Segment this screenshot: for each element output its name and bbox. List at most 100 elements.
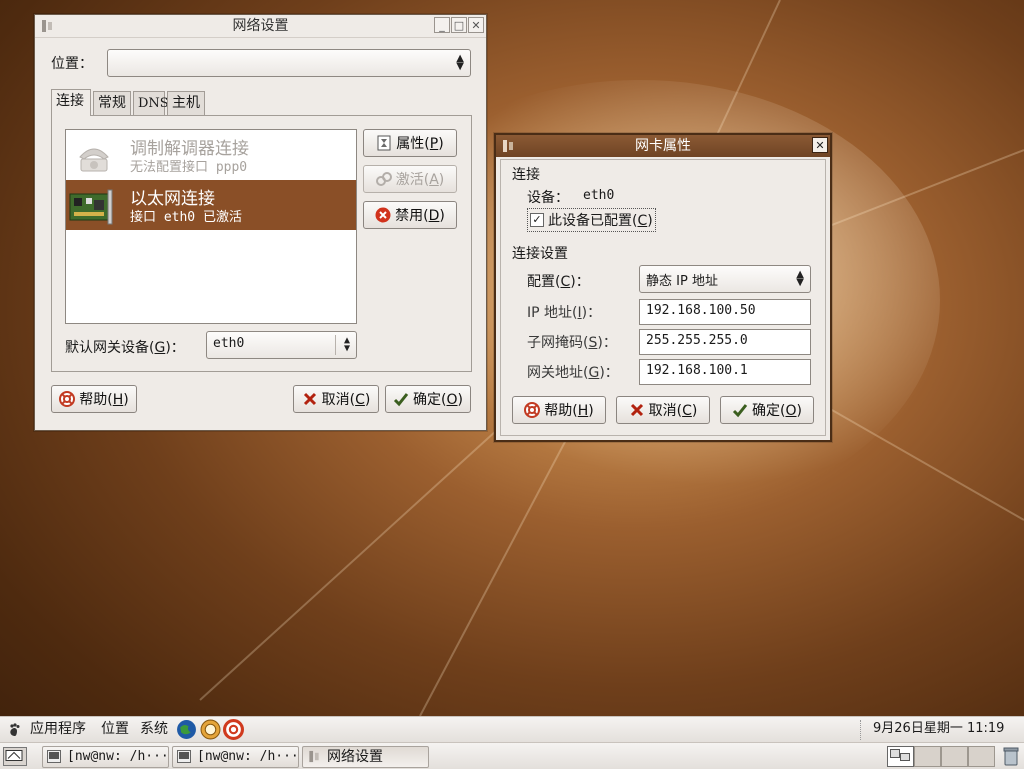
- cancel-button-label: 取消(C): [321, 392, 371, 408]
- taskbar-item-label: 网络设置: [327, 749, 383, 765]
- ok-button[interactable]: 确定(O): [720, 396, 814, 424]
- configured-checkbox[interactable]: ✓ 此设备已配置(C): [527, 208, 656, 232]
- menu-places[interactable]: 位置: [101, 717, 129, 741]
- activate-button[interactable]: 激活(A): [363, 165, 457, 193]
- minimize-button[interactable]: _: [434, 17, 450, 33]
- cancel-button-label: 取消(C): [648, 403, 698, 419]
- list-item-modem[interactable]: 调制解调器连接 无法配置接口 ppp0: [66, 130, 356, 180]
- clock[interactable]: 9月26日星期一 11:19: [873, 717, 1004, 741]
- top-panel: 应用程序 位置 系统 9月26日星期一 11:19: [0, 716, 1024, 743]
- nic-properties-window: 网卡属性 ✕ 连接 设备： eth0 ✓ 此设备已配置(C) 连接设置 配置(C…: [494, 133, 832, 442]
- subnet-mask-label: 子网掩码(S)：: [527, 335, 617, 351]
- help-lifebuoy-icon[interactable]: [223, 719, 244, 740]
- settings-heading: 连接设置: [512, 246, 568, 262]
- workspace-1[interactable]: [887, 746, 914, 767]
- properties-button[interactable]: 属性(P): [363, 129, 457, 157]
- tab-bar: 连接 常规 DNS 主机: [51, 89, 471, 116]
- location-select[interactable]: ▲ ▼: [107, 49, 471, 77]
- menu-applications[interactable]: 应用程序: [30, 717, 86, 741]
- subnet-mask-input[interactable]: 255.255.255.0: [639, 329, 811, 355]
- close-icon: ✕: [471, 18, 481, 32]
- taskbar-item-label: [nw@nw: /h···: [67, 749, 169, 764]
- window-menu-icon[interactable]: [502, 139, 514, 153]
- taskbar-item-network-settings[interactable]: 网络设置: [302, 746, 429, 768]
- modem-phone-icon: [79, 148, 109, 172]
- workspace-window-preview: [900, 753, 910, 761]
- ip-address-label: IP 地址(I)：: [527, 305, 602, 321]
- workspace-3[interactable]: [941, 746, 968, 767]
- tab-connections[interactable]: 连接: [51, 89, 91, 116]
- updown-arrow-icon: ▲ ▼: [456, 53, 464, 72]
- window-menu-icon: [309, 750, 319, 763]
- help-button-label: 帮助(H): [79, 392, 129, 408]
- close-button[interactable]: ✕: [812, 137, 828, 153]
- terminal-icon: [47, 750, 61, 763]
- workspace-2[interactable]: [914, 746, 941, 767]
- connection-list[interactable]: 调制解调器连接 无法配置接口 ppp0 以太网连接 接口 eth0 已激活: [65, 129, 357, 324]
- ok-button[interactable]: 确定(O): [385, 385, 471, 413]
- config-method-select[interactable]: 静态 IP 地址 ▲ ▼: [639, 265, 811, 293]
- network-window-title: 网络设置: [232, 18, 289, 34]
- gateway-address-input[interactable]: 192.168.100.1: [639, 359, 811, 385]
- panel-separator: [860, 720, 863, 740]
- network-settings-window: 网络设置 _ □ ✕ 位置： ▲ ▼ 连接 常规 DNS 主机 调制解调器连接 无…: [34, 14, 487, 431]
- close-button[interactable]: ✕: [468, 17, 484, 33]
- gateway-device-select[interactable]: eth0 ▲ ▼: [206, 331, 357, 359]
- show-desktop-icon: [5, 750, 23, 761]
- deactivate-button[interactable]: 禁用(D): [363, 201, 457, 229]
- tab-dns[interactable]: DNS: [133, 91, 169, 115]
- show-desktop-button[interactable]: [3, 747, 27, 766]
- maximize-button[interactable]: □: [451, 17, 467, 33]
- tab-general[interactable]: 常规: [93, 91, 131, 115]
- help-lifebuoy-icon: [59, 391, 76, 407]
- terminal-icon: [177, 750, 191, 763]
- mail-stamp-icon[interactable]: [200, 719, 221, 740]
- help-button[interactable]: 帮助(H): [51, 385, 137, 413]
- ip-address-input[interactable]: 192.168.100.50: [639, 299, 811, 325]
- properties-icon: [377, 135, 391, 151]
- modem-connection-detail: 无法配置接口 ppp0: [130, 160, 248, 175]
- web-browser-globe-icon[interactable]: [176, 719, 197, 740]
- updown-arrow-icon: ▲ ▼: [796, 269, 804, 288]
- cancel-x-icon: [303, 392, 316, 406]
- workspace-window-preview: [890, 749, 900, 758]
- tab-hosts[interactable]: 主机: [167, 91, 205, 115]
- ethernet-card-icon: [69, 189, 113, 225]
- activate-icon: [375, 172, 392, 186]
- list-item-ethernet[interactable]: 以太网连接 接口 eth0 已激活: [66, 180, 356, 230]
- gnome-foot-icon[interactable]: [6, 722, 22, 738]
- help-button[interactable]: 帮助(H): [512, 396, 606, 424]
- gateway-device-value: eth0: [213, 336, 245, 351]
- location-label: 位置：: [51, 56, 93, 72]
- ok-button-label: 确定(O): [752, 403, 802, 419]
- taskbar-item-terminal-1[interactable]: [nw@nw: /h···: [42, 746, 169, 768]
- taskbar-item-label: [nw@nw: /h···: [197, 749, 299, 764]
- ok-check-icon: [393, 393, 409, 407]
- device-label: 设备：: [527, 190, 569, 206]
- nic-window-body: 连接 设备： eth0 ✓ 此设备已配置(C) 连接设置 配置(C)： 静态 I…: [500, 159, 826, 436]
- menu-system[interactable]: 系统: [140, 717, 168, 741]
- ip-address-value: 192.168.100.50: [646, 303, 756, 318]
- nic-window-titlebar[interactable]: 网卡属性 ✕: [496, 135, 830, 157]
- network-window-titlebar[interactable]: 网络设置 _ □ ✕: [35, 15, 486, 38]
- trash-icon[interactable]: [1002, 746, 1020, 766]
- updown-arrow-icon: ▲ ▼: [343, 335, 350, 354]
- cancel-x-icon: [630, 403, 643, 417]
- connections-tab-panel: 调制解调器连接 无法配置接口 ppp0 以太网连接 接口 eth0 已激活 属性…: [51, 115, 472, 372]
- subnet-mask-value: 255.255.255.0: [646, 333, 748, 348]
- taskbar-item-terminal-2[interactable]: [nw@nw: /h···: [172, 746, 299, 768]
- ok-check-icon: [732, 404, 748, 418]
- ethernet-connection-detail: 接口 eth0 已激活: [130, 210, 242, 225]
- config-label: 配置(C)：: [527, 274, 590, 290]
- gateway-device-label: 默认网关设备(G)：: [65, 340, 185, 356]
- bottom-panel: [nw@nw: /h··· [nw@nw: /h··· 网络设置: [0, 742, 1024, 769]
- connection-heading: 连接: [512, 167, 540, 183]
- minimize-icon: _: [439, 18, 445, 32]
- window-menu-icon[interactable]: [41, 19, 53, 33]
- workspace-4[interactable]: [968, 746, 995, 767]
- stop-icon: [375, 207, 391, 223]
- close-icon: ✕: [815, 138, 825, 152]
- cancel-button[interactable]: 取消(C): [616, 396, 710, 424]
- cancel-button[interactable]: 取消(C): [293, 385, 379, 413]
- activate-button-label: 激活(A): [395, 172, 445, 188]
